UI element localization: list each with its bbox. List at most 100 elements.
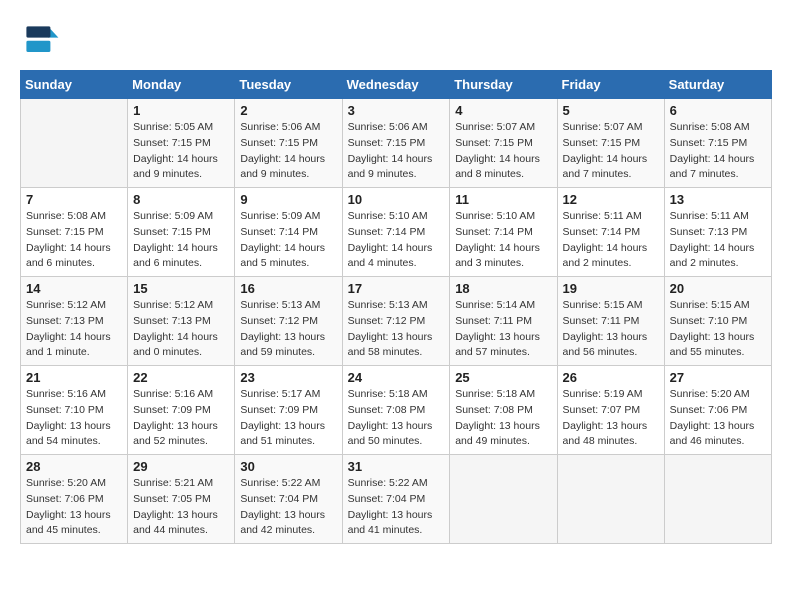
day-info: Sunrise: 5:06 AM Sunset: 7:15 PM Dayligh… xyxy=(240,120,336,183)
day-info: Sunrise: 5:09 AM Sunset: 7:15 PM Dayligh… xyxy=(133,209,229,272)
calendar-cell xyxy=(21,99,128,188)
day-number: 23 xyxy=(240,370,336,385)
day-number: 8 xyxy=(133,192,229,207)
day-info: Sunrise: 5:18 AM Sunset: 7:08 PM Dayligh… xyxy=(348,387,445,450)
calendar-cell: 12Sunrise: 5:11 AM Sunset: 7:14 PM Dayli… xyxy=(557,188,664,277)
day-info: Sunrise: 5:07 AM Sunset: 7:15 PM Dayligh… xyxy=(455,120,551,183)
day-info: Sunrise: 5:08 AM Sunset: 7:15 PM Dayligh… xyxy=(670,120,766,183)
calendar-cell: 6 Sunrise: 5:08 AM Sunset: 7:15 PM Daylig… xyxy=(664,99,771,188)
calendar-cell: 3 Sunrise: 5:06 AM Sunset: 7:15 PM Daylig… xyxy=(342,99,450,188)
weekday-header-tuesday: Tuesday xyxy=(235,71,342,99)
day-info: Sunrise: 5:16 AM Sunset: 7:09 PM Dayligh… xyxy=(133,387,229,450)
calendar-cell: 23 Sunrise: 5:17 AM Sunset: 7:09 PM Dayli… xyxy=(235,366,342,455)
day-number: 9 xyxy=(240,192,336,207)
calendar-cell: 25Sunrise: 5:18 AM Sunset: 7:08 PM Dayli… xyxy=(450,366,557,455)
calendar-cell xyxy=(557,455,664,544)
calendar-cell: 19 Sunrise: 5:15 AM Sunset: 7:11 PM Dayli… xyxy=(557,277,664,366)
day-number: 30 xyxy=(240,459,336,474)
day-info: Sunrise: 5:11 AM Sunset: 7:14 PM Dayligh… xyxy=(563,209,659,272)
weekday-header-thursday: Thursday xyxy=(450,71,557,99)
day-number: 28 xyxy=(26,459,122,474)
day-info: Sunrise: 5:13 AM Sunset: 7:12 PM Dayligh… xyxy=(348,298,445,361)
day-number: 26 xyxy=(563,370,659,385)
day-number: 13 xyxy=(670,192,766,207)
calendar-cell: 16Sunrise: 5:13 AM Sunset: 7:12 PM Dayli… xyxy=(235,277,342,366)
calendar-cell: 26 Sunrise: 5:19 AM Sunset: 7:07 PM Dayli… xyxy=(557,366,664,455)
day-info: Sunrise: 5:16 AM Sunset: 7:10 PM Dayligh… xyxy=(26,387,122,450)
weekday-header-wednesday: Wednesday xyxy=(342,71,450,99)
calendar-cell: 7Sunrise: 5:08 AM Sunset: 7:15 PM Daylig… xyxy=(21,188,128,277)
day-number: 20 xyxy=(670,281,766,296)
calendar-cell xyxy=(664,455,771,544)
day-number: 6 xyxy=(670,103,766,118)
day-number: 10 xyxy=(348,192,445,207)
day-number: 16 xyxy=(240,281,336,296)
day-info: Sunrise: 5:19 AM Sunset: 7:07 PM Dayligh… xyxy=(563,387,659,450)
calendar-cell: 13 Sunrise: 5:11 AM Sunset: 7:13 PM Dayli… xyxy=(664,188,771,277)
day-number: 31 xyxy=(348,459,445,474)
calendar-cell: 15 Sunrise: 5:12 AM Sunset: 7:13 PM Dayli… xyxy=(128,277,235,366)
calendar-cell: 8 Sunrise: 5:09 AM Sunset: 7:15 PM Daylig… xyxy=(128,188,235,277)
day-info: Sunrise: 5:14 AM Sunset: 7:11 PM Dayligh… xyxy=(455,298,551,361)
logo xyxy=(20,20,66,60)
day-info: Sunrise: 5:12 AM Sunset: 7:13 PM Dayligh… xyxy=(133,298,229,361)
day-number: 29 xyxy=(133,459,229,474)
weekday-header-monday: Monday xyxy=(128,71,235,99)
day-number: 4 xyxy=(455,103,551,118)
calendar-cell: 20 Sunrise: 5:15 AM Sunset: 7:10 PM Dayli… xyxy=(664,277,771,366)
calendar-cell: 14 Sunrise: 5:12 AM Sunset: 7:13 PM Dayli… xyxy=(21,277,128,366)
day-number: 22 xyxy=(133,370,229,385)
calendar-cell xyxy=(450,455,557,544)
calendar-cell: 24 Sunrise: 5:18 AM Sunset: 7:08 PM Dayli… xyxy=(342,366,450,455)
week-row-2: 7Sunrise: 5:08 AM Sunset: 7:15 PM Daylig… xyxy=(21,188,772,277)
day-info: Sunrise: 5:07 AM Sunset: 7:15 PM Dayligh… xyxy=(563,120,659,183)
calendar-cell: 27 Sunrise: 5:20 AM Sunset: 7:06 PM Dayli… xyxy=(664,366,771,455)
week-row-4: 21 Sunrise: 5:16 AM Sunset: 7:10 PM Dayli… xyxy=(21,366,772,455)
day-number: 14 xyxy=(26,281,122,296)
day-info: Sunrise: 5:10 AM Sunset: 7:14 PM Dayligh… xyxy=(348,209,445,272)
day-number: 1 xyxy=(133,103,229,118)
week-row-5: 28 Sunrise: 5:20 AM Sunset: 7:06 PM Dayli… xyxy=(21,455,772,544)
day-number: 11 xyxy=(455,192,551,207)
calendar-cell: 17 Sunrise: 5:13 AM Sunset: 7:12 PM Dayli… xyxy=(342,277,450,366)
day-number: 21 xyxy=(26,370,122,385)
day-info: Sunrise: 5:12 AM Sunset: 7:13 PM Dayligh… xyxy=(26,298,122,361)
day-number: 3 xyxy=(348,103,445,118)
day-number: 2 xyxy=(240,103,336,118)
day-info: Sunrise: 5:15 AM Sunset: 7:11 PM Dayligh… xyxy=(563,298,659,361)
day-number: 19 xyxy=(563,281,659,296)
calendar-cell: 2 Sunrise: 5:06 AM Sunset: 7:15 PM Daylig… xyxy=(235,99,342,188)
day-number: 27 xyxy=(670,370,766,385)
day-info: Sunrise: 5:20 AM Sunset: 7:06 PM Dayligh… xyxy=(26,476,122,539)
weekday-header-saturday: Saturday xyxy=(664,71,771,99)
day-info: Sunrise: 5:15 AM Sunset: 7:10 PM Dayligh… xyxy=(670,298,766,361)
day-info: Sunrise: 5:18 AM Sunset: 7:08 PM Dayligh… xyxy=(455,387,551,450)
weekday-header-sunday: Sunday xyxy=(21,71,128,99)
calendar-cell: 30 Sunrise: 5:22 AM Sunset: 7:04 PM Dayli… xyxy=(235,455,342,544)
day-number: 24 xyxy=(348,370,445,385)
calendar-cell: 11 Sunrise: 5:10 AM Sunset: 7:14 PM Dayli… xyxy=(450,188,557,277)
weekday-header-friday: Friday xyxy=(557,71,664,99)
week-row-3: 14 Sunrise: 5:12 AM Sunset: 7:13 PM Dayli… xyxy=(21,277,772,366)
day-number: 7 xyxy=(26,192,122,207)
weekday-header-row: SundayMondayTuesdayWednesdayThursdayFrid… xyxy=(21,71,772,99)
day-info: Sunrise: 5:17 AM Sunset: 7:09 PM Dayligh… xyxy=(240,387,336,450)
day-info: Sunrise: 5:05 AM Sunset: 7:15 PM Dayligh… xyxy=(133,120,229,183)
logo-icon xyxy=(20,20,60,60)
calendar-cell: 21 Sunrise: 5:16 AM Sunset: 7:10 PM Dayli… xyxy=(21,366,128,455)
day-info: Sunrise: 5:10 AM Sunset: 7:14 PM Dayligh… xyxy=(455,209,551,272)
calendar-cell: 22 Sunrise: 5:16 AM Sunset: 7:09 PM Dayli… xyxy=(128,366,235,455)
day-number: 5 xyxy=(563,103,659,118)
calendar-cell: 10 Sunrise: 5:10 AM Sunset: 7:14 PM Dayli… xyxy=(342,188,450,277)
page-header xyxy=(20,20,772,60)
day-info: Sunrise: 5:06 AM Sunset: 7:15 PM Dayligh… xyxy=(348,120,445,183)
calendar-cell: 31Sunrise: 5:22 AM Sunset: 7:04 PM Dayli… xyxy=(342,455,450,544)
day-info: Sunrise: 5:11 AM Sunset: 7:13 PM Dayligh… xyxy=(670,209,766,272)
calendar-cell: 9 Sunrise: 5:09 AM Sunset: 7:14 PM Daylig… xyxy=(235,188,342,277)
day-info: Sunrise: 5:09 AM Sunset: 7:14 PM Dayligh… xyxy=(240,209,336,272)
day-info: Sunrise: 5:20 AM Sunset: 7:06 PM Dayligh… xyxy=(670,387,766,450)
day-number: 17 xyxy=(348,281,445,296)
calendar-cell: 5 Sunrise: 5:07 AM Sunset: 7:15 PM Daylig… xyxy=(557,99,664,188)
day-number: 15 xyxy=(133,281,229,296)
day-info: Sunrise: 5:22 AM Sunset: 7:04 PM Dayligh… xyxy=(240,476,336,539)
